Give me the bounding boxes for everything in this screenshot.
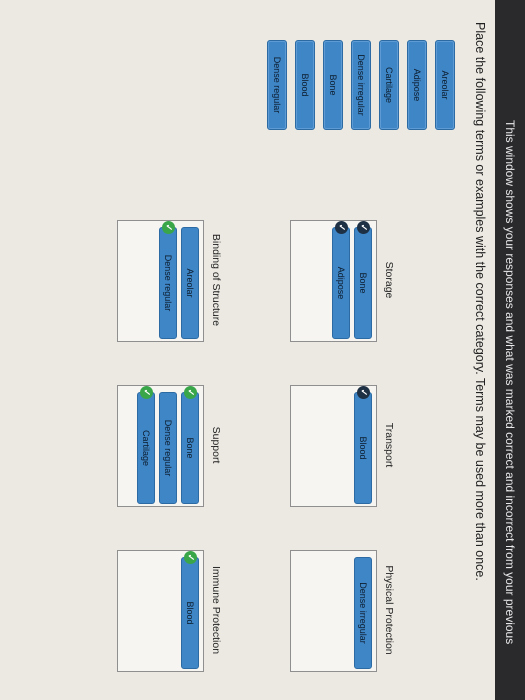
check-icon: ✓ (162, 221, 175, 234)
bank-term-cartilage[interactable]: Cartilage (379, 40, 399, 130)
check-icon: ✓ (184, 551, 197, 564)
placed-term[interactable]: ✓ Bone (181, 386, 199, 504)
bank-term-dense-regular[interactable]: Dense regular (267, 40, 287, 130)
placed-term[interactable]: ✓ Blood (354, 386, 372, 504)
placed-term[interactable]: ✓ Bone (354, 221, 372, 339)
zone-label-physical-protection: Physical Protection (383, 565, 395, 655)
placed-term[interactable]: ✓ Cartilage (137, 386, 155, 504)
activity-window: This window shows your responses and wha… (0, 0, 525, 700)
drop-zone-binding[interactable]: Areolar ✓ Dense regular (117, 220, 204, 342)
placed-term[interactable]: ✓ Blood (181, 551, 199, 669)
zone-label-transport: Transport (383, 422, 395, 468)
term-bank: Areolar Adipose Cartilage Dense irregula… (259, 40, 455, 130)
placed-term[interactable]: Areolar (181, 227, 199, 339)
placed-term[interactable]: Dense irregular (354, 557, 372, 669)
placed-term[interactable]: ✓ Dense regular (159, 221, 177, 339)
zone-label-support: Support (210, 426, 222, 464)
zone-label-immune: Immune Protection (210, 565, 222, 655)
drop-zone-storage[interactable]: ✓ Bone ✓ Adipose (290, 220, 377, 342)
check-icon: ✓ (357, 221, 370, 234)
check-icon: ✓ (140, 386, 153, 399)
check-icon: ✓ (184, 386, 197, 399)
screen: This window shows your responses and wha… (0, 0, 525, 700)
bank-term-areolar[interactable]: Areolar (435, 40, 455, 130)
zone-label-storage: Storage (383, 261, 395, 299)
drop-zone-transport[interactable]: ✓ Blood (290, 385, 377, 507)
bank-term-dense-irregular[interactable]: Dense irregular (351, 40, 371, 130)
instruction-text: Place the following terms or examples wi… (473, 22, 487, 581)
check-icon: ✓ (335, 221, 348, 234)
zone-label-binding: Binding of Structure (210, 233, 222, 327)
placed-term[interactable]: Dense regular (159, 392, 177, 504)
drop-zone-physical-protection[interactable]: Dense irregular (290, 550, 377, 672)
check-icon: ✓ (357, 386, 370, 399)
bank-term-blood[interactable]: Blood (295, 40, 315, 130)
placed-term[interactable]: ✓ Adipose (332, 221, 350, 339)
bank-term-adipose[interactable]: Adipose (407, 40, 427, 130)
bank-term-bone[interactable]: Bone (323, 40, 343, 130)
drop-zone-immune[interactable]: ✓ Blood (117, 550, 204, 672)
drop-zone-support[interactable]: ✓ Bone Dense regular ✓ Cartilage (117, 385, 204, 507)
feedback-banner: This window shows your responses and wha… (495, 0, 525, 700)
